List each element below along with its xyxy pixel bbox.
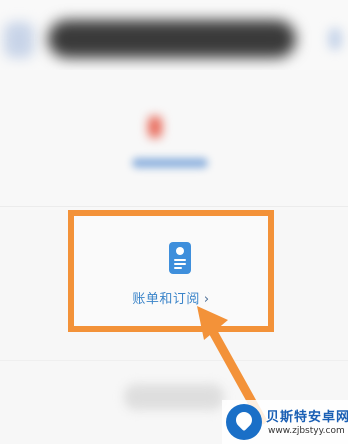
watermark-title: 贝斯特安卓网 [266, 410, 348, 425]
account-avatar-icon [148, 116, 162, 138]
blurred-search-field[interactable] [48, 20, 296, 58]
back-icon[interactable] [4, 22, 34, 58]
watermark-logo-icon [226, 404, 262, 440]
settings-screen: 账单和订阅 › 贝斯特安卓网 www.zjbstyy.com [0, 0, 348, 444]
apple-logo-icon [176, 247, 184, 255]
account-section [0, 70, 348, 210]
doc-line [174, 263, 186, 265]
header-bar [0, 0, 348, 70]
billing-document-icon [169, 242, 191, 274]
doc-line [174, 267, 182, 269]
billing-subscription-label[interactable]: 账单和订阅 › [74, 288, 268, 307]
section-divider [0, 206, 348, 207]
watermark-url: www.zjbstyy.com [268, 426, 345, 436]
menu-icon[interactable] [328, 28, 342, 50]
billing-subscription-button[interactable]: 账单和订阅 › [68, 210, 274, 332]
account-link-text[interactable] [132, 158, 208, 168]
billing-label-text: 账单和订阅 [132, 292, 200, 307]
blurred-bottom-button[interactable] [124, 384, 224, 410]
section-divider-bottom [0, 360, 348, 361]
chevron-right-icon: › [203, 292, 210, 307]
doc-line [174, 259, 186, 261]
watermark: 贝斯特安卓网 www.zjbstyy.com [222, 400, 348, 444]
heart-icon [232, 408, 256, 432]
